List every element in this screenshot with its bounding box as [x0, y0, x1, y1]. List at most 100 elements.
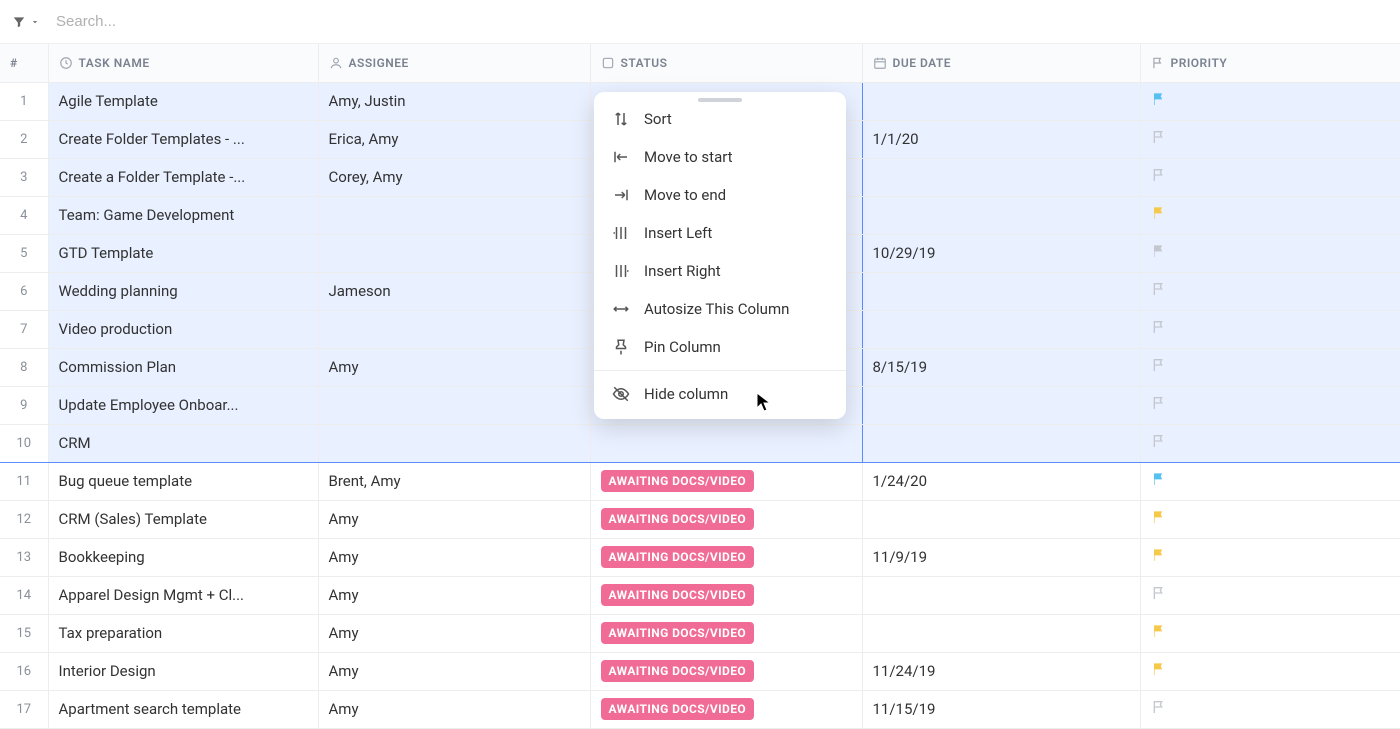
cell-assignee[interactable]: Amy: [318, 348, 590, 386]
cell-due-date[interactable]: 11/24/19: [862, 652, 1140, 690]
table-row[interactable]: 12 CRM (Sales) Template Amy AWAITING DOC…: [0, 500, 1400, 538]
cell-status[interactable]: AWAITING DOCS/VIDEO: [590, 690, 862, 728]
cell-priority[interactable]: [1140, 158, 1400, 196]
cell-priority[interactable]: [1140, 196, 1400, 234]
table-row[interactable]: 14 Apparel Design Mgmt + Cl... Amy AWAIT…: [0, 576, 1400, 614]
cell-task-name[interactable]: Video production: [48, 310, 318, 348]
cell-priority[interactable]: [1140, 272, 1400, 310]
cell-priority[interactable]: [1140, 500, 1400, 538]
cell-due-date[interactable]: 1/24/20: [862, 462, 1140, 500]
menu-item-move-end[interactable]: Move to end: [594, 176, 846, 214]
cell-due-date[interactable]: [862, 310, 1140, 348]
cell-assignee[interactable]: [318, 424, 590, 462]
cell-priority[interactable]: [1140, 386, 1400, 424]
cell-priority[interactable]: [1140, 82, 1400, 120]
cell-task-name[interactable]: Team: Game Development: [48, 196, 318, 234]
cell-priority[interactable]: [1140, 310, 1400, 348]
cell-assignee[interactable]: Amy: [318, 652, 590, 690]
cell-priority[interactable]: [1140, 462, 1400, 500]
cell-priority[interactable]: [1140, 538, 1400, 576]
cell-due-date[interactable]: 1/1/20: [862, 120, 1140, 158]
filter-dropdown[interactable]: [12, 15, 40, 29]
cell-due-date[interactable]: [862, 614, 1140, 652]
cell-status[interactable]: AWAITING DOCS/VIDEO: [590, 538, 862, 576]
cell-task-name[interactable]: CRM (Sales) Template: [48, 500, 318, 538]
cell-due-date[interactable]: [862, 576, 1140, 614]
cell-assignee[interactable]: Brent, Amy: [318, 462, 590, 500]
search-input[interactable]: [52, 7, 1388, 36]
col-header-assignee[interactable]: ASSIGNEE: [318, 44, 590, 82]
cell-due-date[interactable]: [862, 82, 1140, 120]
col-header-number[interactable]: #: [0, 44, 48, 82]
cell-assignee[interactable]: Erica, Amy: [318, 120, 590, 158]
cell-due-date[interactable]: [862, 386, 1140, 424]
cell-priority[interactable]: [1140, 690, 1400, 728]
cell-assignee[interactable]: Corey, Amy: [318, 158, 590, 196]
cell-task-name[interactable]: Agile Template: [48, 82, 318, 120]
table-row[interactable]: 11 Bug queue template Brent, Amy AWAITIN…: [0, 462, 1400, 500]
cell-task-name[interactable]: Commission Plan: [48, 348, 318, 386]
cell-priority[interactable]: [1140, 120, 1400, 158]
cell-due-date[interactable]: [862, 272, 1140, 310]
cell-assignee[interactable]: [318, 310, 590, 348]
menu-item-move-start[interactable]: Move to start: [594, 138, 846, 176]
cell-due-date[interactable]: 10/29/19: [862, 234, 1140, 272]
cell-status[interactable]: AWAITING DOCS/VIDEO: [590, 652, 862, 690]
cell-task-name[interactable]: Tax preparation: [48, 614, 318, 652]
cell-task-name[interactable]: Bookkeeping: [48, 538, 318, 576]
cell-due-date[interactable]: [862, 158, 1140, 196]
cell-task-name[interactable]: Create Folder Templates - ...: [48, 120, 318, 158]
cell-task-name[interactable]: Apartment search template: [48, 690, 318, 728]
table-row[interactable]: 16 Interior Design Amy AWAITING DOCS/VID…: [0, 652, 1400, 690]
cell-status[interactable]: AWAITING DOCS/VIDEO: [590, 462, 862, 500]
cell-task-name[interactable]: CRM: [48, 424, 318, 462]
menu-item-hide[interactable]: Hide column: [594, 375, 846, 413]
cell-priority[interactable]: [1140, 576, 1400, 614]
cell-priority[interactable]: [1140, 614, 1400, 652]
cell-task-name[interactable]: Update Employee Onboar...: [48, 386, 318, 424]
cell-status[interactable]: AWAITING DOCS/VIDEO: [590, 500, 862, 538]
cell-priority[interactable]: [1140, 348, 1400, 386]
cell-status[interactable]: AWAITING DOCS/VIDEO: [590, 614, 862, 652]
cell-task-name[interactable]: Apparel Design Mgmt + Cl...: [48, 576, 318, 614]
cell-due-date[interactable]: [862, 424, 1140, 462]
cell-due-date[interactable]: [862, 500, 1140, 538]
menu-item-pin[interactable]: Pin Column: [594, 328, 846, 366]
col-header-priority[interactable]: PRIORITY: [1140, 44, 1400, 82]
cell-priority[interactable]: [1140, 424, 1400, 462]
cell-assignee[interactable]: [318, 234, 590, 272]
cell-task-name[interactable]: GTD Template: [48, 234, 318, 272]
menu-item-insert-left[interactable]: Insert Left: [594, 214, 846, 252]
cell-assignee[interactable]: Amy: [318, 690, 590, 728]
cell-task-name[interactable]: Create a Folder Template -...: [48, 158, 318, 196]
cell-due-date[interactable]: 11/9/19: [862, 538, 1140, 576]
cell-due-date[interactable]: 8/15/19: [862, 348, 1140, 386]
table-row[interactable]: 13 Bookkeeping Amy AWAITING DOCS/VIDEO 1…: [0, 538, 1400, 576]
cell-due-date[interactable]: [862, 196, 1140, 234]
cell-status[interactable]: [590, 424, 862, 462]
cell-status[interactable]: AWAITING DOCS/VIDEO: [590, 576, 862, 614]
cell-assignee[interactable]: [318, 196, 590, 234]
cell-due-date[interactable]: 11/15/19: [862, 690, 1140, 728]
cell-assignee[interactable]: [318, 386, 590, 424]
table-row[interactable]: 10 CRM: [0, 424, 1400, 462]
cell-assignee[interactable]: Amy: [318, 500, 590, 538]
cell-assignee[interactable]: Amy: [318, 614, 590, 652]
cell-task-name[interactable]: Wedding planning: [48, 272, 318, 310]
cell-assignee[interactable]: Amy, Justin: [318, 82, 590, 120]
table-row[interactable]: 17 Apartment search template Amy AWAITIN…: [0, 690, 1400, 728]
cell-task-name[interactable]: Interior Design: [48, 652, 318, 690]
menu-item-sort[interactable]: Sort: [594, 100, 846, 138]
cell-task-name[interactable]: Bug queue template: [48, 462, 318, 500]
cell-assignee[interactable]: Amy: [318, 576, 590, 614]
menu-item-autosize[interactable]: Autosize This Column: [594, 290, 846, 328]
col-header-status[interactable]: STATUS: [590, 44, 862, 82]
cell-assignee[interactable]: Jameson: [318, 272, 590, 310]
col-header-task[interactable]: TASK NAME: [48, 44, 318, 82]
table-row[interactable]: 15 Tax preparation Amy AWAITING DOCS/VID…: [0, 614, 1400, 652]
menu-item-insert-right[interactable]: Insert Right: [594, 252, 846, 290]
cell-priority[interactable]: [1140, 234, 1400, 272]
cell-priority[interactable]: [1140, 652, 1400, 690]
cell-assignee[interactable]: Amy: [318, 538, 590, 576]
col-header-due[interactable]: DUE DATE: [862, 44, 1140, 82]
